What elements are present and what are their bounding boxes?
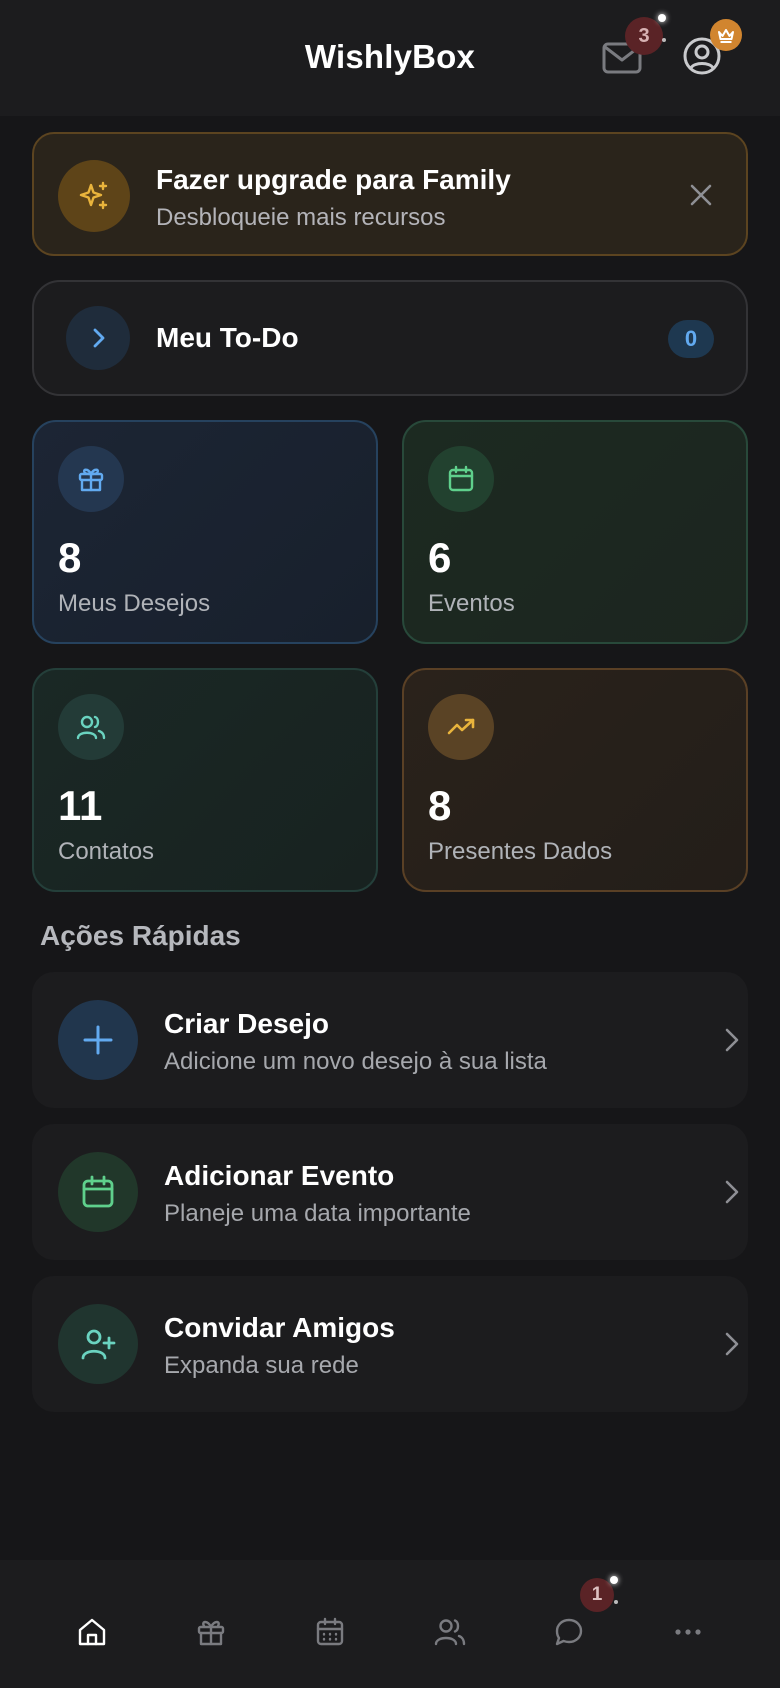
action-title: Adicionar Evento — [164, 1160, 395, 1191]
action-title: Convidar Amigos — [164, 1312, 395, 1343]
stat-value: 6 — [428, 534, 452, 581]
upgrade-icon-circle — [58, 160, 130, 232]
stat-value: 11 — [58, 782, 103, 829]
users-icon — [76, 715, 106, 740]
create-wish-icon-circle — [58, 1000, 138, 1080]
more-icon — [675, 1629, 701, 1635]
stat-card-contacts[interactable]: 11 Contatos — [32, 668, 378, 892]
wishes-icon-circle — [58, 446, 124, 512]
gifts-given-icon-circle — [428, 694, 494, 760]
stat-label: Presentes Dados — [428, 838, 613, 865]
stat-card-wishes[interactable]: 8 Meus Desejos — [32, 420, 378, 644]
action-create-wish[interactable]: Criar Desejo Adicione um novo desejo à s… — [32, 972, 748, 1108]
chat-icon — [555, 1618, 583, 1646]
nav-wishes[interactable] — [181, 1610, 241, 1654]
app-header: WishlyBox 3 — [0, 0, 780, 116]
stat-card-events[interactable]: 6 Eventos — [402, 420, 748, 644]
calendar-icon — [448, 465, 474, 492]
plus-icon — [83, 1025, 113, 1055]
sparkle-icon — [610, 1576, 618, 1584]
action-add-event[interactable]: Adicionar Evento Planeje uma data import… — [32, 1124, 748, 1260]
stat-card-gifts-given[interactable]: 8 Presentes Dados — [402, 668, 748, 892]
action-subtitle: Expanda sua rede — [164, 1352, 359, 1379]
nav-contacts[interactable] — [420, 1610, 480, 1654]
messages-badge: 1 — [580, 1578, 614, 1612]
chevron-right-icon — [93, 328, 105, 348]
calendar-icon — [316, 1617, 344, 1646]
chevron-right-icon — [725, 1028, 739, 1052]
close-button[interactable] — [686, 180, 716, 210]
nav-events[interactable] — [300, 1610, 360, 1654]
quick-actions-title: Ações Rápidas — [40, 920, 241, 951]
contacts-icon-circle — [58, 694, 124, 760]
stat-label: Contatos — [58, 838, 155, 865]
inbox-badge: 3 — [625, 17, 663, 55]
premium-badge — [710, 19, 742, 51]
todo-label: Meu To-Do — [156, 322, 299, 353]
home-icon — [78, 1618, 106, 1646]
stat-value: 8 — [58, 534, 82, 581]
stat-label: Eventos — [428, 590, 515, 617]
upgrade-subtitle: Desbloqueie mais recursos — [156, 204, 446, 231]
upgrade-banner[interactable]: Fazer upgrade para Family Desbloqueie ma… — [32, 132, 748, 256]
sparkle-icon — [662, 38, 666, 42]
nav-home[interactable] — [62, 1610, 122, 1654]
chevron-right-icon — [725, 1180, 739, 1204]
stat-value: 8 — [428, 782, 452, 829]
trending-up-icon — [447, 718, 475, 735]
todo-count-badge: 0 — [668, 320, 714, 358]
invite-friends-icon-circle — [58, 1304, 138, 1384]
gift-icon — [78, 468, 104, 492]
action-title: Criar Desejo — [164, 1008, 329, 1039]
user-plus-icon — [81, 1329, 116, 1360]
upgrade-title: Fazer upgrade para Family — [156, 164, 511, 195]
chevron-right-icon — [725, 1332, 739, 1356]
action-subtitle: Planeje uma data importante — [164, 1200, 471, 1227]
stat-label: Meus Desejos — [58, 590, 211, 617]
action-invite-friends[interactable]: Convidar Amigos Expanda sua rede — [32, 1276, 748, 1412]
nav-messages[interactable] — [539, 1610, 599, 1654]
users-icon — [434, 1619, 466, 1646]
add-event-icon-circle — [58, 1152, 138, 1232]
nav-more[interactable] — [658, 1610, 718, 1654]
todo-icon-circle — [66, 306, 130, 370]
gift-icon — [197, 1620, 225, 1646]
close-icon — [690, 184, 712, 206]
app-title: WishlyBox — [304, 38, 476, 75]
calendar-icon — [82, 1175, 114, 1208]
sparkle-icon — [614, 1600, 618, 1604]
crown-icon — [718, 29, 734, 43]
todo-row[interactable]: Meu To-Do 0 — [32, 280, 748, 396]
events-icon-circle — [428, 446, 494, 512]
action-subtitle: Adicione um novo desejo à sua lista — [164, 1048, 547, 1075]
bottom-nav — [0, 1560, 780, 1688]
sparkles-icon — [79, 181, 108, 210]
sparkle-icon — [658, 14, 666, 22]
